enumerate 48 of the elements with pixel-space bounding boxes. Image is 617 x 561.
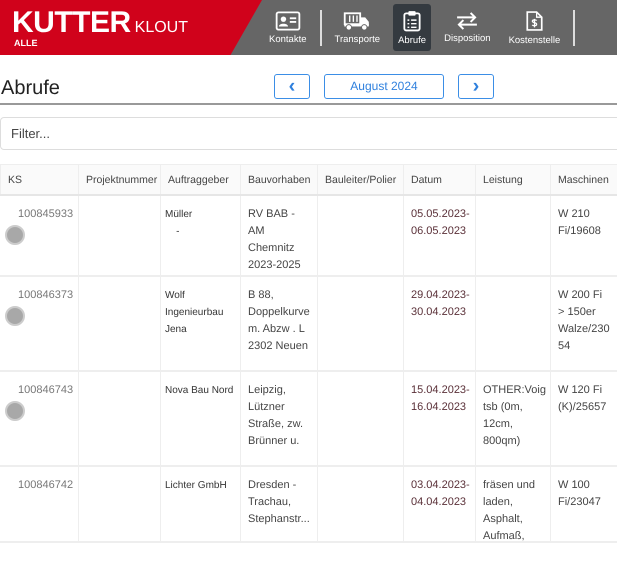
table-cell-text: W 100 Fi/23047 xyxy=(558,478,602,510)
previous-month-button[interactable]: ‹ xyxy=(274,74,310,98)
table-cell-text: Müller - xyxy=(165,208,194,239)
table-cell-text: Leipzig, Lützner Straße, zw. Brünner u. xyxy=(248,383,304,449)
table-cell-text: 100846743 xyxy=(18,383,74,398)
next-month-button[interactable]: › xyxy=(458,74,494,98)
contact-card-icon xyxy=(274,10,301,30)
column-header[interactable]: Maschinen xyxy=(550,165,617,194)
table-cell-text: 100845933 xyxy=(18,207,74,222)
table-cell-text: B 88, Doppelkurve m. Abzw . L 2302 Neuen xyxy=(248,288,310,354)
column-header[interactable]: Leistung xyxy=(475,165,550,194)
column-header[interactable]: Bauvorhaben xyxy=(240,165,317,194)
table-cell-text: Lichter GmbH xyxy=(165,479,228,493)
brand-suffix: KLOUT xyxy=(134,19,188,37)
table-cell-text: W 210 Fi/19608 xyxy=(558,207,602,239)
column-header[interactable]: Projektnummer xyxy=(78,165,160,194)
table-cell-text: W 200 Fi > 150er Walze/23054 xyxy=(558,288,610,354)
table-cell-text: W 120 Fi (K)/25657 xyxy=(558,383,608,415)
table-cell-text: 05.05.2023-06.05.2023 xyxy=(411,207,468,239)
month-button[interactable]: August 2024 xyxy=(324,74,444,98)
dollar-document-icon xyxy=(526,10,543,32)
brand-subtitle: ALLE xyxy=(14,38,38,48)
table-cell-text: 03.04.2023-04.04.2023 xyxy=(411,478,468,510)
nav-tab[interactable]: Disposition xyxy=(439,4,496,51)
nav-tab[interactable]: Kostenstelle xyxy=(504,4,566,51)
table-cell-text: Wolf Ingenieurbau Jena xyxy=(165,289,224,337)
nav-tab[interactable]: Transporte xyxy=(330,4,386,51)
table-cell-text: Dresden - Trachau, Stephanstr... xyxy=(248,478,310,527)
truck-icon xyxy=(343,10,372,30)
filter-field[interactable]: Filter... xyxy=(0,117,617,150)
table-cell-text: 15.04.2023-16.04.2023 xyxy=(411,383,468,415)
table-cell-text: RV BAB -AM Chemnitz 2023-2025 xyxy=(248,207,302,273)
table-cell-text: 100846373 xyxy=(18,288,74,303)
column-header[interactable]: KS xyxy=(0,165,78,194)
clipboard-icon xyxy=(403,10,422,32)
brand-name: KUTTER xyxy=(12,9,131,37)
table-cell-text: fräsen und laden, Asphalt, Aufmaß, xyxy=(483,478,536,541)
table-cell-text: 29.04.2023-30.04.2023 xyxy=(411,288,468,320)
column-header[interactable]: Datum xyxy=(403,165,475,194)
table-cell-text: Nova Bau Nord xyxy=(165,384,234,398)
table-cell-text: OTHER:Voigtsb (0m, 12cm, 800qm) xyxy=(483,383,547,449)
swap-arrows-icon xyxy=(455,12,480,30)
nav-tab[interactable]: Kontakte xyxy=(264,4,312,51)
table-cell-text: 100846742 xyxy=(18,478,74,493)
column-header[interactable]: Auftraggeber xyxy=(160,165,240,194)
page-title: Abrufe xyxy=(1,76,61,100)
column-header[interactable]: Bauleiter/Polier xyxy=(317,165,403,194)
nav-tab[interactable]: Abrufe xyxy=(393,4,432,51)
